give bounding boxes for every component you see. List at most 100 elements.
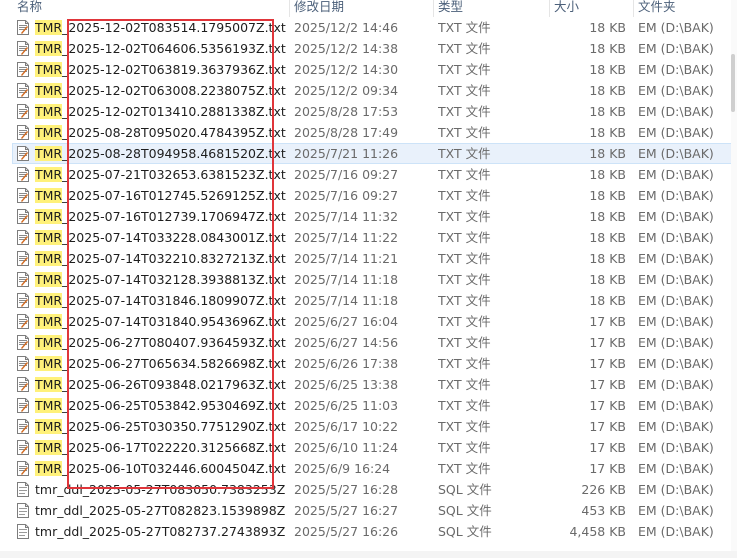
- search-match-highlight: TMR: [35, 251, 63, 266]
- date-modified-cell: 2025/5/27 16:27: [294, 503, 399, 518]
- folder-cell: EM (D:\BAK): [638, 188, 714, 203]
- file-name-cell[interactable]: TMR_2025-07-14T031846.1809907Z.txt: [14, 290, 286, 311]
- file-row[interactable]: TMR_2025-07-14T032128.3938813Z.txt 2025/7…: [0, 269, 737, 290]
- file-row[interactable]: TMR_2025-06-27T080407.9364593Z.txt 2025/6…: [0, 332, 737, 353]
- file-size-cell: 17 KB: [589, 335, 626, 350]
- file-row[interactable]: TMR_2025-06-26T093848.0217963Z.txt 2025/6…: [0, 374, 737, 395]
- search-match-highlight: TMR: [35, 230, 63, 245]
- folder-cell: EM (D:\BAK): [638, 503, 714, 518]
- search-match-highlight: TMR: [35, 188, 63, 203]
- text-file-icon: [17, 125, 29, 140]
- file-name-cell[interactable]: TMR_2025-06-25T030350.7751290Z.txt: [14, 416, 286, 437]
- text-file-icon: [17, 419, 29, 434]
- text-file-icon: [17, 314, 29, 329]
- file-name: TMR_2025-07-14T031846.1809907Z.txt: [35, 290, 286, 311]
- text-file-icon: [17, 377, 29, 392]
- file-name-cell[interactable]: TMR_2025-12-02T013410.2881338Z.txt: [14, 101, 286, 122]
- file-row[interactable]: TMR_2025-06-25T030350.7751290Z.txt 2025/6…: [0, 416, 737, 437]
- file-type-cell: SQL 文件: [438, 524, 492, 539]
- column-header-size[interactable]: 大小: [550, 0, 634, 17]
- horizontal-scrollbar-track[interactable]: [0, 551, 737, 558]
- file-name: TMR_2025-06-25T053842.9530469Z.txt: [35, 395, 286, 416]
- file-row[interactable]: TMR_2025-07-14T031846.1809907Z.txt 2025/7…: [0, 290, 737, 311]
- file-name-cell[interactable]: TMR_2025-06-27T080407.9364593Z.txt: [14, 332, 286, 353]
- file-row[interactable]: TMR_2025-12-02T083514.1795007Z.txt 2025/1…: [0, 17, 737, 38]
- vertical-scrollbar-thumb[interactable]: [731, 54, 735, 112]
- file-name-cell[interactable]: TMR_2025-07-16T012745.5269125Z.txt: [14, 185, 286, 206]
- folder-cell: EM (D:\BAK): [638, 482, 714, 497]
- file-row[interactable]: TMR_2025-06-27T065634.5826698Z.txt 2025/6…: [0, 353, 737, 374]
- file-name-cell[interactable]: tmr_ddl_2025-05-27T082823.1539898Z.sql: [14, 500, 286, 521]
- file-row[interactable]: tmr_ddl_2025-05-27T083050.7383253Z.sql 20…: [0, 479, 737, 500]
- search-match-highlight: TMR: [35, 356, 63, 371]
- date-modified-cell: 2025/7/14 11:21: [294, 251, 399, 266]
- search-match-highlight: TMR: [35, 104, 63, 119]
- folder-cell: EM (D:\BAK): [638, 524, 714, 539]
- file-row[interactable]: TMR_2025-07-14T033228.0843001Z.txt 2025/7…: [0, 227, 737, 248]
- file-name-cell[interactable]: TMR_2025-07-21T032653.6381523Z.txt: [14, 164, 286, 185]
- file-row[interactable]: TMR_2025-07-16T012739.1706947Z.txt 2025/7…: [0, 206, 737, 227]
- file-name-cell[interactable]: TMR_2025-08-28T095020.4784395Z.txt: [14, 122, 286, 143]
- file-type-cell: TXT 文件: [438, 419, 491, 434]
- file-name-cell[interactable]: TMR_2025-07-14T031840.9543696Z.txt: [14, 311, 286, 332]
- file-row[interactable]: TMR_2025-12-02T063008.2238075Z.txt 2025/1…: [0, 80, 737, 101]
- file-name-text: _2025-07-14T032210.8327213Z.txt: [62, 251, 286, 266]
- file-type-cell: TXT 文件: [438, 440, 491, 455]
- file-size-cell: 18 KB: [589, 293, 626, 308]
- column-header-name[interactable]: 名称: [13, 0, 290, 17]
- file-name-cell[interactable]: TMR_2025-06-26T093848.0217963Z.txt: [14, 374, 286, 395]
- file-row[interactable]: tmr_ddl_2025-05-27T082823.1539898Z.sql 20…: [0, 500, 737, 521]
- file-name-cell[interactable]: TMR_2025-08-28T094958.4681520Z.txt: [14, 143, 286, 164]
- file-row[interactable]: TMR_2025-07-14T032210.8327213Z.txt 2025/7…: [0, 248, 737, 269]
- column-header-folder[interactable]: 文件夹: [634, 0, 731, 17]
- file-size-cell: 18 KB: [589, 104, 626, 119]
- file-name-cell[interactable]: TMR_2025-06-27T065634.5826698Z.txt: [14, 353, 286, 374]
- folder-cell: EM (D:\BAK): [638, 251, 714, 266]
- file-name-cell[interactable]: tmr_ddl_2025-05-27T083050.7383253Z.sql: [14, 479, 286, 500]
- file-name-text: _2025-07-16T012739.1706947Z.txt: [62, 209, 286, 224]
- text-file-icon: [17, 398, 29, 413]
- file-type-cell: TXT 文件: [438, 314, 491, 329]
- column-header-type[interactable]: 类型: [434, 0, 550, 17]
- search-match-highlight: TMR: [35, 62, 63, 77]
- file-row[interactable]: TMR_2025-06-10T032446.6004504Z.txt 2025/6…: [0, 458, 737, 479]
- file-name-text: _2025-07-14T032128.3938813Z.txt: [62, 272, 286, 287]
- file-row[interactable]: TMR_2025-12-02T064606.5356193Z.txt 2025/1…: [0, 38, 737, 59]
- file-row[interactable]: TMR_2025-07-21T032653.6381523Z.txt 2025/7…: [0, 164, 737, 185]
- search-match-highlight: TMR: [35, 440, 63, 455]
- file-name-cell[interactable]: TMR_2025-06-17T022220.3125668Z.txt: [14, 437, 286, 458]
- file-name-cell[interactable]: TMR_2025-06-10T032446.6004504Z.txt: [14, 458, 286, 479]
- date-modified-cell: 2025/6/10 11:24: [294, 440, 399, 455]
- file-row[interactable]: TMR_2025-06-25T053842.9530469Z.txt 2025/6…: [0, 395, 737, 416]
- file-name-text: tmr_ddl_2025-05-27T082823.1539898Z.sql: [35, 503, 286, 518]
- file-name-cell[interactable]: TMR_2025-07-16T012739.1706947Z.txt: [14, 206, 286, 227]
- file-name-cell[interactable]: TMR_2025-12-02T083514.1795007Z.txt: [14, 17, 286, 38]
- file-name: TMR_2025-07-16T012739.1706947Z.txt: [35, 206, 286, 227]
- file-row[interactable]: TMR_2025-08-28T094958.4681520Z.txt 2025/7…: [0, 143, 737, 164]
- file-name-cell[interactable]: TMR_2025-12-02T063819.3637936Z.txt: [14, 59, 286, 80]
- file-row[interactable]: TMR_2025-12-02T063819.3637936Z.txt 2025/1…: [0, 59, 737, 80]
- file-row[interactable]: TMR_2025-12-02T013410.2881338Z.txt 2025/8…: [0, 101, 737, 122]
- file-name-cell[interactable]: tmr_ddl_2025-05-27T082737.2743893Z.sql: [14, 521, 286, 542]
- text-file-icon: [17, 461, 29, 476]
- file-name-cell[interactable]: TMR_2025-12-02T064606.5356193Z.txt: [14, 38, 286, 59]
- file-name-cell[interactable]: TMR_2025-07-14T033228.0843001Z.txt: [14, 227, 286, 248]
- file-row[interactable]: tmr_ddl_2025-05-27T082737.2743893Z.sql 20…: [0, 521, 737, 542]
- date-modified-cell: 2025/6/25 11:03: [294, 398, 399, 413]
- file-row[interactable]: TMR_2025-06-17T022220.3125668Z.txt 2025/6…: [0, 437, 737, 458]
- file-name-cell[interactable]: TMR_2025-12-02T063008.2238075Z.txt: [14, 80, 286, 101]
- file-name-cell[interactable]: TMR_2025-07-14T032128.3938813Z.txt: [14, 269, 286, 290]
- file-name-text: _2025-06-10T032446.6004504Z.txt: [62, 461, 286, 476]
- file-name-cell[interactable]: TMR_2025-06-25T053842.9530469Z.txt: [14, 395, 286, 416]
- folder-cell: EM (D:\BAK): [638, 146, 714, 161]
- file-row[interactable]: TMR_2025-07-16T012745.5269125Z.txt 2025/7…: [0, 185, 737, 206]
- file-size-cell: 17 KB: [589, 377, 626, 392]
- file-name-cell[interactable]: TMR_2025-07-14T032210.8327213Z.txt: [14, 248, 286, 269]
- column-header-date-modified[interactable]: 修改日期: [290, 0, 434, 17]
- column-header-bar: 名称 修改日期 类型 大小 文件夹: [0, 0, 737, 17]
- text-file-icon: [17, 20, 29, 35]
- search-match-highlight: TMR: [35, 398, 63, 413]
- file-row[interactable]: TMR_2025-07-14T031840.9543696Z.txt 2025/6…: [0, 311, 737, 332]
- text-file-icon: [17, 41, 29, 56]
- file-row[interactable]: TMR_2025-08-28T095020.4784395Z.txt 2025/8…: [0, 122, 737, 143]
